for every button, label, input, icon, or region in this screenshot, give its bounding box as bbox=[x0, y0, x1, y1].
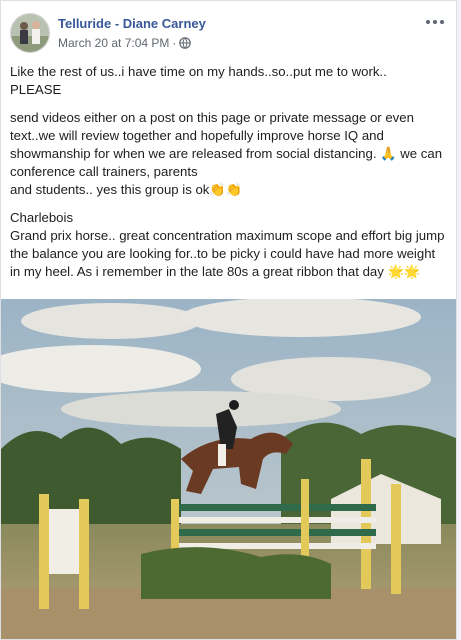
post-paragraph: send videos either on a post on this pag… bbox=[10, 110, 443, 197]
post-photo[interactable] bbox=[1, 297, 456, 639]
globe-icon[interactable] bbox=[179, 37, 192, 49]
page-avatar[interactable] bbox=[10, 13, 50, 53]
post-meta: March 20 at 7:04 PM · bbox=[58, 36, 192, 50]
post-paragraph: Like the rest of us..i have time on my h… bbox=[10, 64, 387, 97]
post-timestamp[interactable]: March 20 at 7:04 PM bbox=[58, 36, 169, 50]
post-paragraph: Charlebois Grand prix horse.. great conc… bbox=[10, 210, 445, 279]
post-card: Telluride - Diane Carney March 20 at 7:0… bbox=[0, 0, 457, 640]
meta-separator: · bbox=[172, 36, 177, 50]
post-body: Like the rest of us..i have time on my h… bbox=[10, 63, 446, 291]
more-options-icon[interactable] bbox=[424, 15, 446, 29]
post-author-link[interactable]: Telluride - Diane Carney bbox=[58, 16, 206, 31]
post-header: Telluride - Diane Carney March 20 at 7:0… bbox=[10, 13, 446, 53]
